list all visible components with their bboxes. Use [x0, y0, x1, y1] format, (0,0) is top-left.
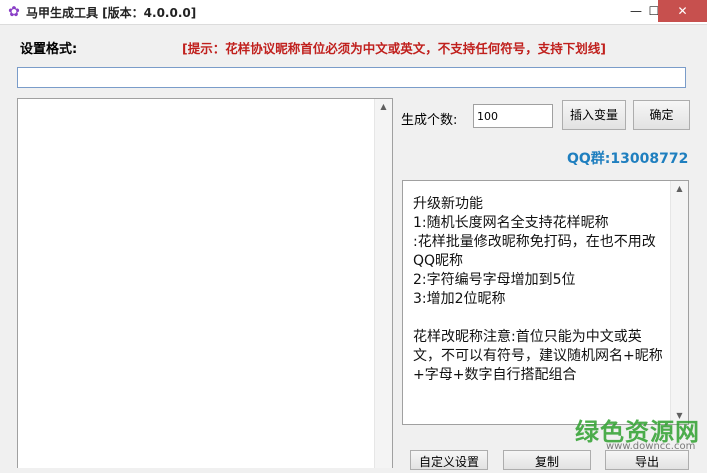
scroll-up-icon[interactable]: ▲ — [375, 99, 392, 115]
count-label: 生成个数: — [401, 113, 458, 128]
insert-variable-button[interactable]: 插入变量 — [562, 100, 626, 130]
copy-button[interactable]: 复制 — [503, 450, 591, 470]
count-input[interactable] — [473, 104, 553, 128]
watermark-url: www.downcc.com — [606, 441, 696, 452]
confirm-button[interactable]: 确定 — [633, 100, 690, 130]
notes-panel[interactable]: 升级新功能 1:随机长度网名全支持花样昵称 :花样批量修改昵称免打码，在也不用改… — [402, 180, 689, 425]
export-button[interactable]: 导出 — [605, 450, 689, 470]
app-logo-icon: ✿ — [8, 4, 20, 20]
title-bar: ✿ 马甲生成工具 [版本：4.0.0.0] — ☐ ✕ — [0, 0, 707, 25]
output-list[interactable]: ▲ — [17, 98, 393, 468]
notes-text: 升级新功能 1:随机长度网名全支持花样昵称 :花样批量修改昵称免打码，在也不用改… — [413, 196, 663, 383]
custom-settings-button[interactable]: 自定义设置 — [410, 450, 488, 470]
format-input[interactable] — [17, 67, 686, 88]
notes-scrollbar[interactable]: ▲ ▼ — [670, 181, 688, 424]
scroll-up-icon[interactable]: ▲ — [671, 181, 688, 197]
close-button[interactable]: ✕ — [658, 0, 707, 22]
hint-text: [提示：花样协议昵称首位必须为中文或英文，不支持任何符号，支持下划线] — [182, 41, 606, 56]
format-label: 设置格式: — [20, 42, 78, 57]
output-scrollbar[interactable]: ▲ — [374, 99, 392, 468]
qq-group-label: QQ群:13008772 — [567, 151, 689, 167]
window-title: 马甲生成工具 [版本：4.0.0.0] — [26, 6, 197, 20]
